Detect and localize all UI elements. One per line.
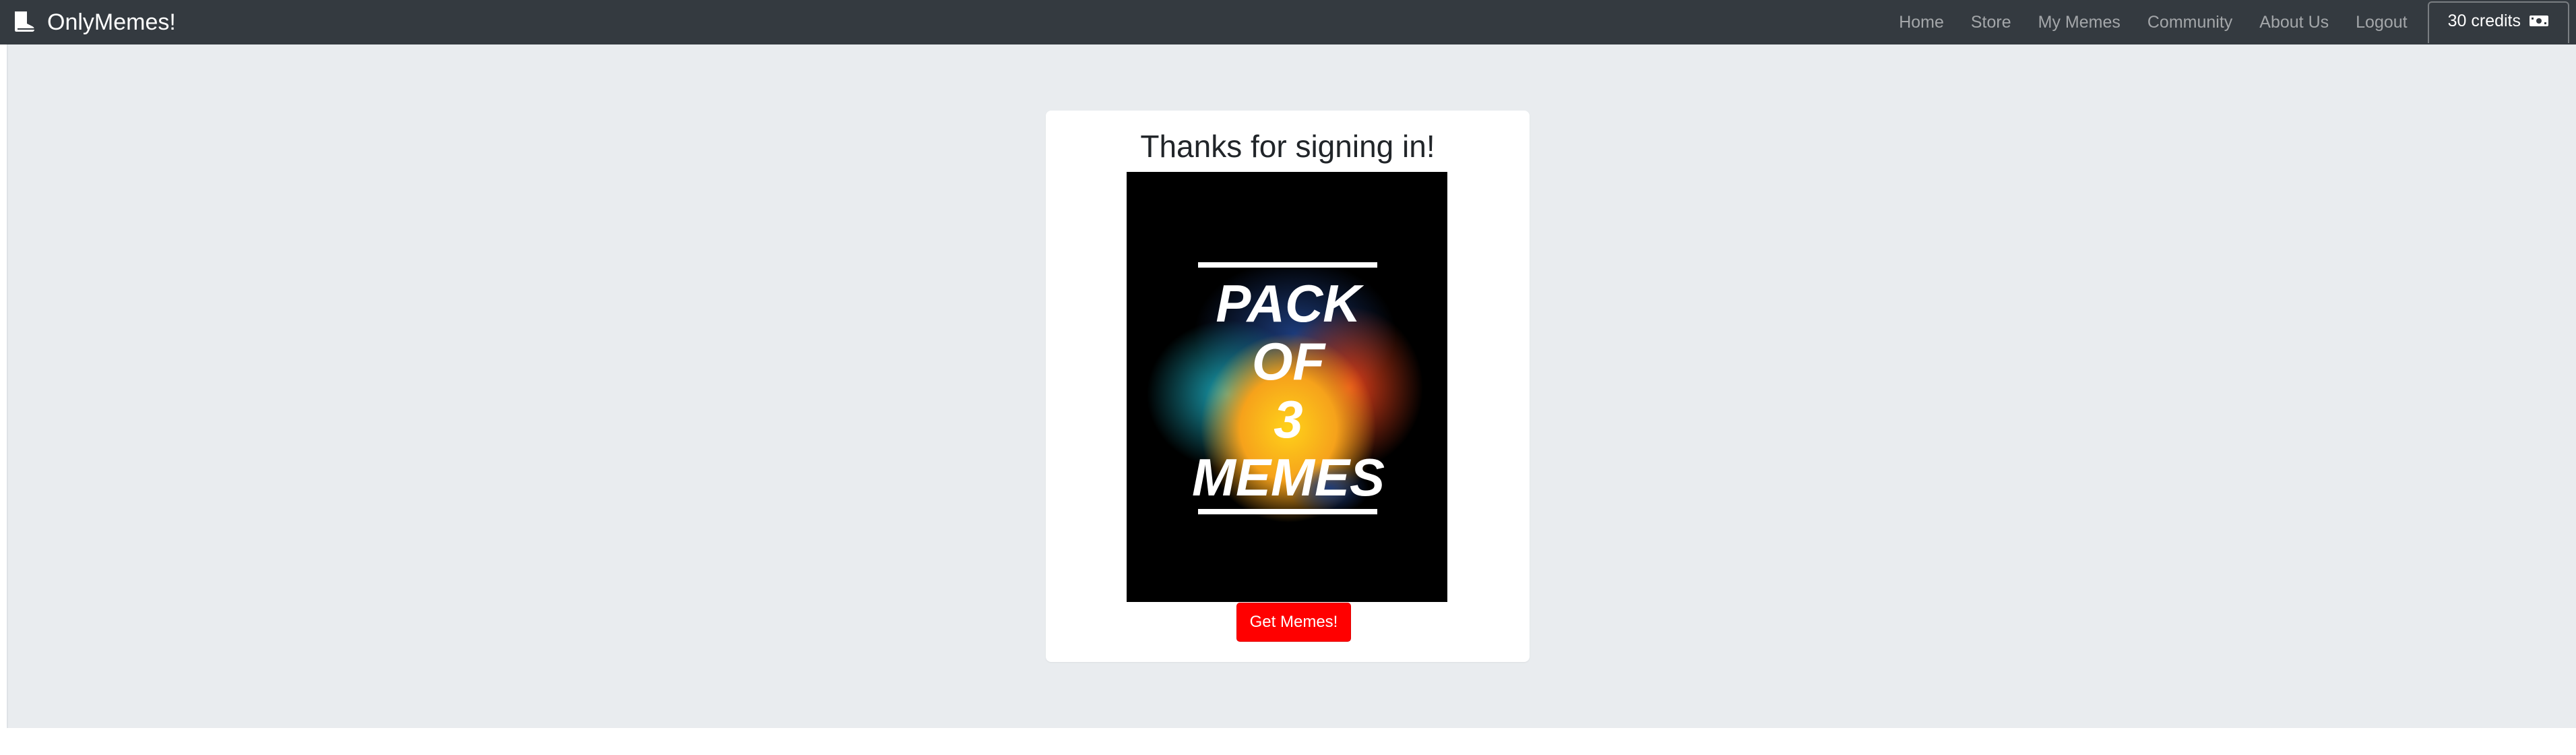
get-memes-button[interactable]: Get Memes! <box>1236 603 1351 642</box>
nav-logout[interactable]: Logout <box>2356 13 2407 32</box>
main-content: Thanks for signing in! PACK OF 3 MEMES G… <box>7 44 2576 728</box>
image-text-pack: PACK <box>1216 274 1364 333</box>
cash-icon <box>2530 16 2548 26</box>
image-text-of: OF <box>1252 332 1327 391</box>
nav-about-us[interactable]: About Us <box>2259 13 2329 32</box>
brand-name: OnlyMemes! <box>47 9 176 35</box>
image-text-memes: MEMES <box>1192 448 1385 507</box>
credits-label: 30 credits <box>2447 11 2521 30</box>
nav-my-memes[interactable]: My Memes <box>2038 13 2121 32</box>
image-text-3: 3 <box>1274 390 1302 449</box>
nav-home[interactable]: Home <box>1899 13 1944 32</box>
card-title: Thanks for signing in! <box>1140 129 1435 164</box>
boot-icon <box>15 11 35 32</box>
navbar: OnlyMemes! Home Store My Memes Community… <box>0 0 2576 44</box>
nav-community[interactable]: Community <box>2147 13 2232 32</box>
credits-badge[interactable]: 30 credits <box>2427 1 2569 43</box>
brand[interactable]: OnlyMemes! <box>13 9 176 36</box>
welcome-card: Thanks for signing in! PACK OF 3 MEMES G… <box>1046 111 1530 662</box>
meme-pack-image: PACK OF 3 MEMES <box>1127 172 1447 602</box>
nav-links: Home Store My Memes Community About Us L… <box>1872 0 2576 44</box>
nav-store[interactable]: Store <box>1971 13 2011 32</box>
